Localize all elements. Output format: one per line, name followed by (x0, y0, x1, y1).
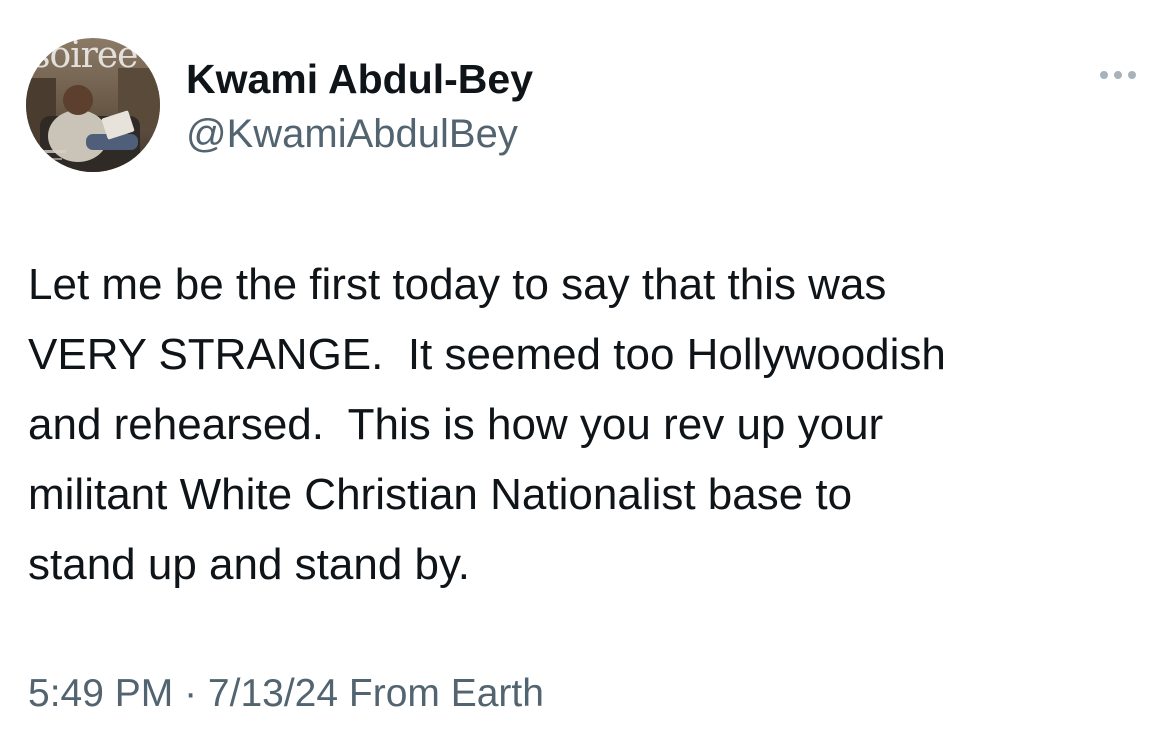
tweet-date[interactable]: 7/13/24 (208, 672, 338, 715)
more-horizontal-icon (1100, 71, 1136, 79)
more-options-button[interactable] (1090, 60, 1146, 90)
tweet-text-line: Let me be the first today to say that th… (28, 260, 887, 309)
meta-separator: · (173, 672, 208, 715)
tweet-text-line: and rehearsed. This is how you rev up yo… (28, 400, 884, 449)
tweet-card: soiree Kwami Abdul-Bey @KwamiAbdulBey Le… (0, 0, 1170, 739)
tweet-source: From Earth (338, 672, 544, 715)
tweet-text-line: militant White Christian Nationalist bas… (28, 470, 853, 519)
author-display-name[interactable]: Kwami Abdul-Bey (186, 54, 533, 104)
author-handle[interactable]: @KwamiAbdulBey (186, 110, 518, 158)
avatar-logo-text: soiree (32, 36, 138, 76)
tweet-text-line: stand up and stand by. (28, 540, 470, 589)
tweet-time[interactable]: 5:49 PM (28, 672, 173, 715)
tweet-metadata: 5:49 PM · 7/13/24 From Earth (28, 668, 544, 720)
tweet-text-line: VERY STRANGE. It seemed too Hollywoodish (28, 330, 946, 379)
tweet-text: Let me be the first today to say that th… (28, 250, 1148, 600)
